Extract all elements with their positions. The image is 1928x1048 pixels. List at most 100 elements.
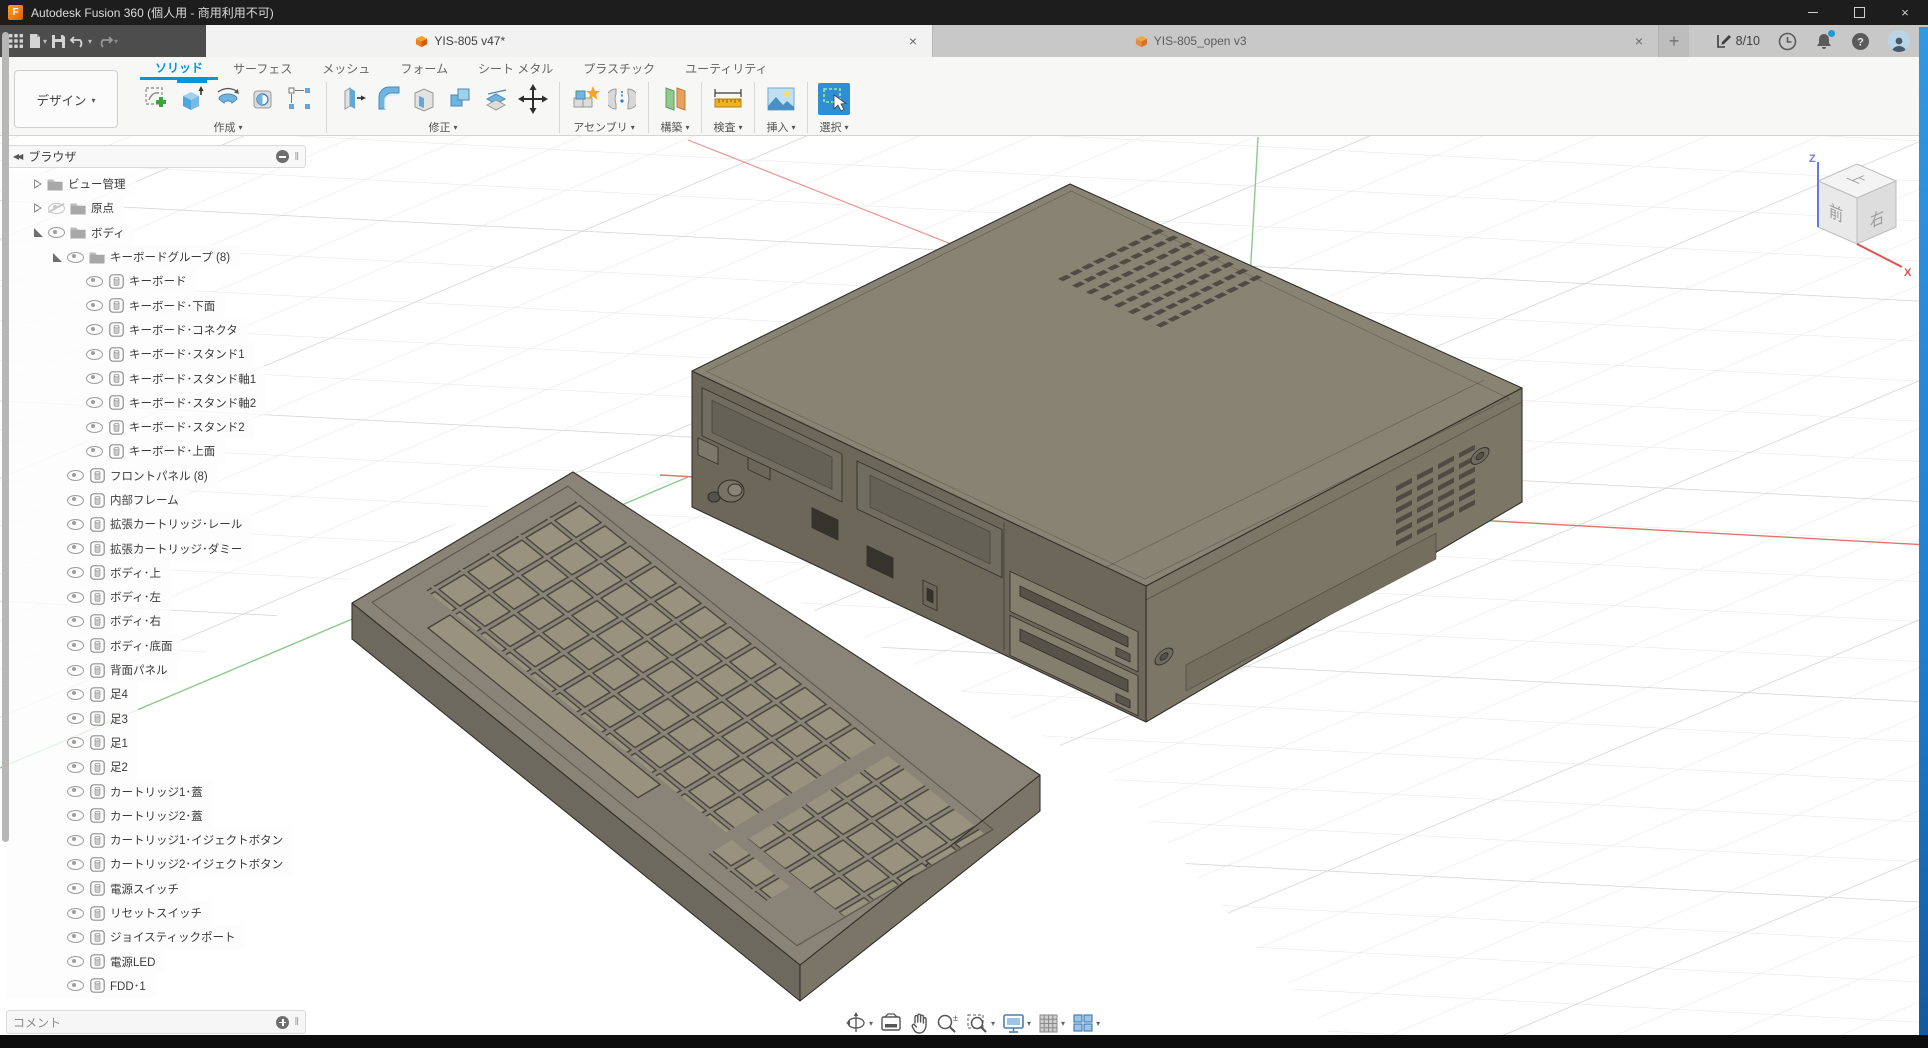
browser-item-label[interactable]: カートリッジ2･イジェクトボタン	[110, 856, 283, 872]
browser-item-label[interactable]: 電源LED	[110, 954, 155, 970]
eye-visibility-icon[interactable]	[67, 640, 84, 651]
browser-item[interactable]: 原点	[6, 196, 306, 220]
browser-item[interactable]: ボディ･左	[6, 585, 306, 609]
eye-visibility-icon[interactable]	[48, 227, 65, 238]
eye-visibility-icon[interactable]	[86, 373, 103, 384]
new-tab-button[interactable]: +	[1658, 25, 1689, 57]
browser-item-label[interactable]: キーボード･上面	[129, 443, 215, 459]
browser-item[interactable]: 背面パネル	[6, 658, 306, 682]
group-label-assemble[interactable]: アセンブリ	[573, 119, 627, 135]
measure-icon[interactable]	[712, 83, 744, 115]
help-icon[interactable]: ?	[1851, 32, 1870, 51]
tab-close-icon[interactable]: ×	[904, 33, 922, 49]
viewports-icon[interactable]: ▾	[1072, 1013, 1100, 1033]
expander-icon[interactable]	[49, 253, 65, 262]
eye-visibility-icon[interactable]	[67, 543, 84, 554]
tab-mesh[interactable]: メッシュ	[307, 57, 385, 80]
tab-close-icon[interactable]: ×	[1630, 33, 1648, 49]
undo-icon[interactable]: ▾	[70, 34, 92, 48]
eye-visibility-icon[interactable]	[67, 859, 84, 870]
group-label-insert[interactable]: 挿入	[766, 119, 788, 135]
browser-item-label[interactable]: ジョイスティックポート	[110, 929, 235, 945]
pan-icon[interactable]	[909, 1013, 929, 1034]
expander-icon[interactable]	[30, 203, 46, 213]
browser-item[interactable]: リセットスイッチ	[6, 901, 306, 925]
browser-item-label[interactable]: キーボードグループ (8)	[110, 249, 230, 265]
eye-visibility-icon[interactable]	[67, 956, 84, 967]
browser-item[interactable]: ビュー管理	[6, 172, 306, 196]
panel-drag-grip[interactable]: ‖	[294, 151, 299, 163]
browser-item-label[interactable]: 足4	[110, 686, 128, 702]
browser-item[interactable]: カートリッジ2･イジェクトボタン	[6, 852, 306, 876]
display-settings-icon[interactable]: ▾	[1002, 1013, 1031, 1034]
panel-drag-grip[interactable]: ‖	[294, 1016, 299, 1028]
browser-item[interactable]: キーボードグループ (8)	[6, 245, 306, 269]
browser-item[interactable]: ボディ･右	[6, 609, 306, 633]
browser-item[interactable]: カートリッジ2･蓋	[6, 804, 306, 828]
browser-item-label[interactable]: キーボード･スタンド2	[129, 419, 245, 435]
eye-visibility-icon[interactable]	[67, 616, 84, 627]
look-at-icon[interactable]	[880, 1013, 902, 1033]
eye-visibility-icon[interactable]	[67, 980, 84, 991]
eye-visibility-icon[interactable]	[67, 932, 84, 943]
insert-image-icon[interactable]	[765, 83, 797, 115]
browser-item[interactable]: FDD･1	[6, 974, 306, 998]
browser-item-label[interactable]: リセットスイッチ	[110, 905, 202, 921]
new-component-icon[interactable]	[570, 83, 602, 115]
create-sketch-icon[interactable]	[140, 83, 172, 115]
view-cube[interactable]: 上 前 右 Z X	[1795, 148, 1920, 280]
file-icon[interactable]: ▾	[28, 33, 47, 49]
save-icon[interactable]	[51, 34, 66, 49]
browser-item[interactable]: 内部フレーム	[6, 488, 306, 512]
browser-item[interactable]: 電源LED	[6, 950, 306, 974]
browser-item[interactable]: 足2	[6, 755, 306, 779]
browser-item[interactable]: カートリッジ1･蓋	[6, 779, 306, 803]
group-label-inspect[interactable]: 検査	[713, 119, 735, 135]
eye-visibility-icon[interactable]	[67, 495, 84, 506]
browser-item-label[interactable]: ビュー管理	[68, 176, 126, 192]
eye-visibility-icon[interactable]	[67, 835, 84, 846]
tab-sheet-metal[interactable]: シート メタル	[463, 57, 568, 80]
document-tab-active[interactable]: YIS-805 v47* ×	[206, 25, 932, 57]
orbit-icon[interactable]: ▾	[845, 1012, 873, 1034]
browser-item[interactable]: 拡張カートリッジ･ダミー	[6, 536, 306, 560]
tab-plastic[interactable]: プラスチック	[568, 57, 670, 80]
browser-item-label[interactable]: キーボード･コネクタ	[129, 322, 238, 338]
browser-item[interactable]: 足4	[6, 682, 306, 706]
browser-item[interactable]: キーボード	[6, 269, 306, 293]
eye-visibility-icon[interactable]	[86, 397, 103, 408]
browser-item[interactable]: キーボード･コネクタ	[6, 318, 306, 342]
browser-item-label[interactable]: 内部フレーム	[110, 492, 179, 508]
eye-visibility-icon[interactable]	[67, 567, 84, 578]
combine-icon[interactable]	[445, 83, 477, 115]
browser-item-label[interactable]: 電源スイッチ	[110, 881, 179, 897]
browser-item-label[interactable]: ボディ･右	[110, 613, 161, 629]
app-grid-icon[interactable]	[8, 33, 24, 49]
shell-icon[interactable]	[409, 83, 441, 115]
browser-item[interactable]: フロントパネル (8)	[6, 464, 306, 488]
eye-visibility-icon[interactable]	[67, 470, 84, 481]
eye-visibility-icon[interactable]	[86, 422, 103, 433]
minimize-button[interactable]	[1790, 0, 1836, 25]
bell-icon[interactable]	[1815, 32, 1833, 51]
avatar[interactable]	[1888, 30, 1910, 52]
zoom-icon[interactable]: ±	[936, 1013, 959, 1034]
document-tab-inactive[interactable]: YIS-805_open v3 ×	[932, 25, 1658, 57]
eye-visibility-icon[interactable]	[86, 446, 103, 457]
browser-item[interactable]: 足1	[6, 731, 306, 755]
eye-visibility-icon[interactable]	[67, 762, 84, 773]
minus-circle-icon[interactable]	[276, 150, 289, 163]
eye-visibility-icon[interactable]	[48, 203, 65, 214]
press-pull-icon[interactable]	[337, 83, 369, 115]
browser-item[interactable]: 足3	[6, 707, 306, 731]
browser-item-label[interactable]: FDD･1	[110, 978, 146, 994]
group-label-select[interactable]: 選択	[819, 119, 841, 135]
browser-item-label[interactable]: キーボード･スタンド軸2	[129, 395, 256, 411]
move-icon[interactable]	[517, 83, 549, 115]
eye-visibility-icon[interactable]	[67, 810, 84, 821]
revolve-icon[interactable]	[212, 83, 244, 115]
version-status-badge[interactable]: 8/10	[1716, 33, 1760, 49]
collapse-panel-icon[interactable]: ◀◀	[13, 152, 21, 161]
browser-item[interactable]: キーボード･上面	[6, 439, 306, 463]
browser-item[interactable]: 拡張カートリッジ･レール	[6, 512, 306, 536]
